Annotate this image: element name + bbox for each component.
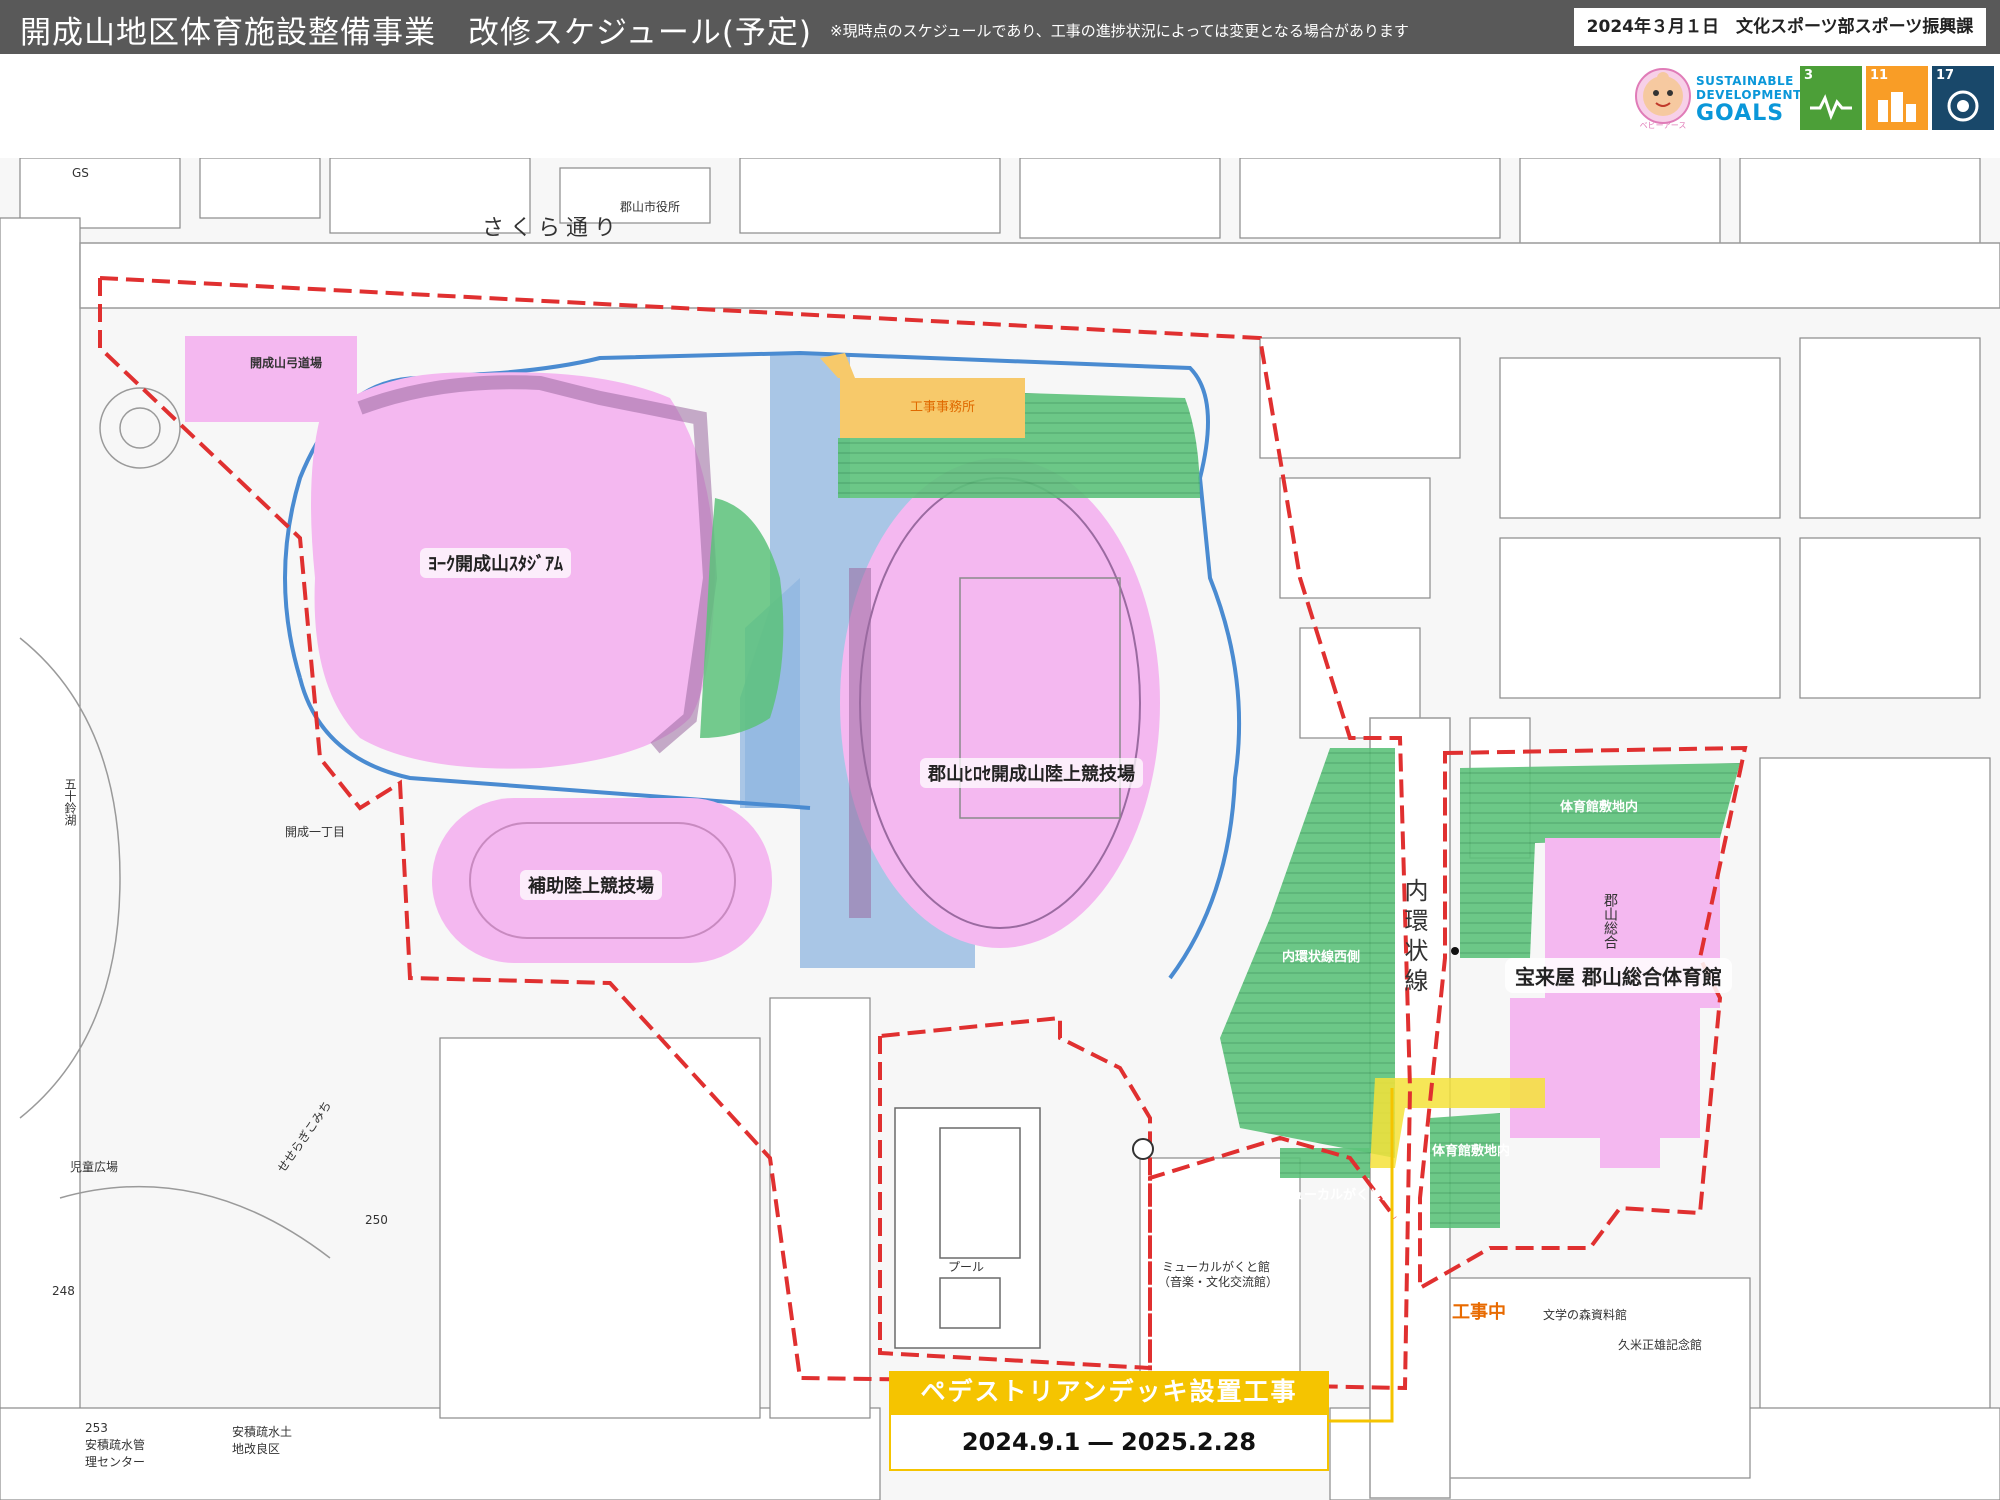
pedestrian-deck-period: 2024.9.1 ― 2025.2.28	[889, 1413, 1329, 1471]
pedestrian-deck-title: ペデストリアンデッキ設置工事	[889, 1371, 1329, 1413]
pedestrian-deck-callout: ペデストリアンデッキ設置工事 2024.9.1 ― 2025.2.28	[889, 1371, 1329, 1471]
pedestrian-connector	[1329, 1088, 1394, 1423]
